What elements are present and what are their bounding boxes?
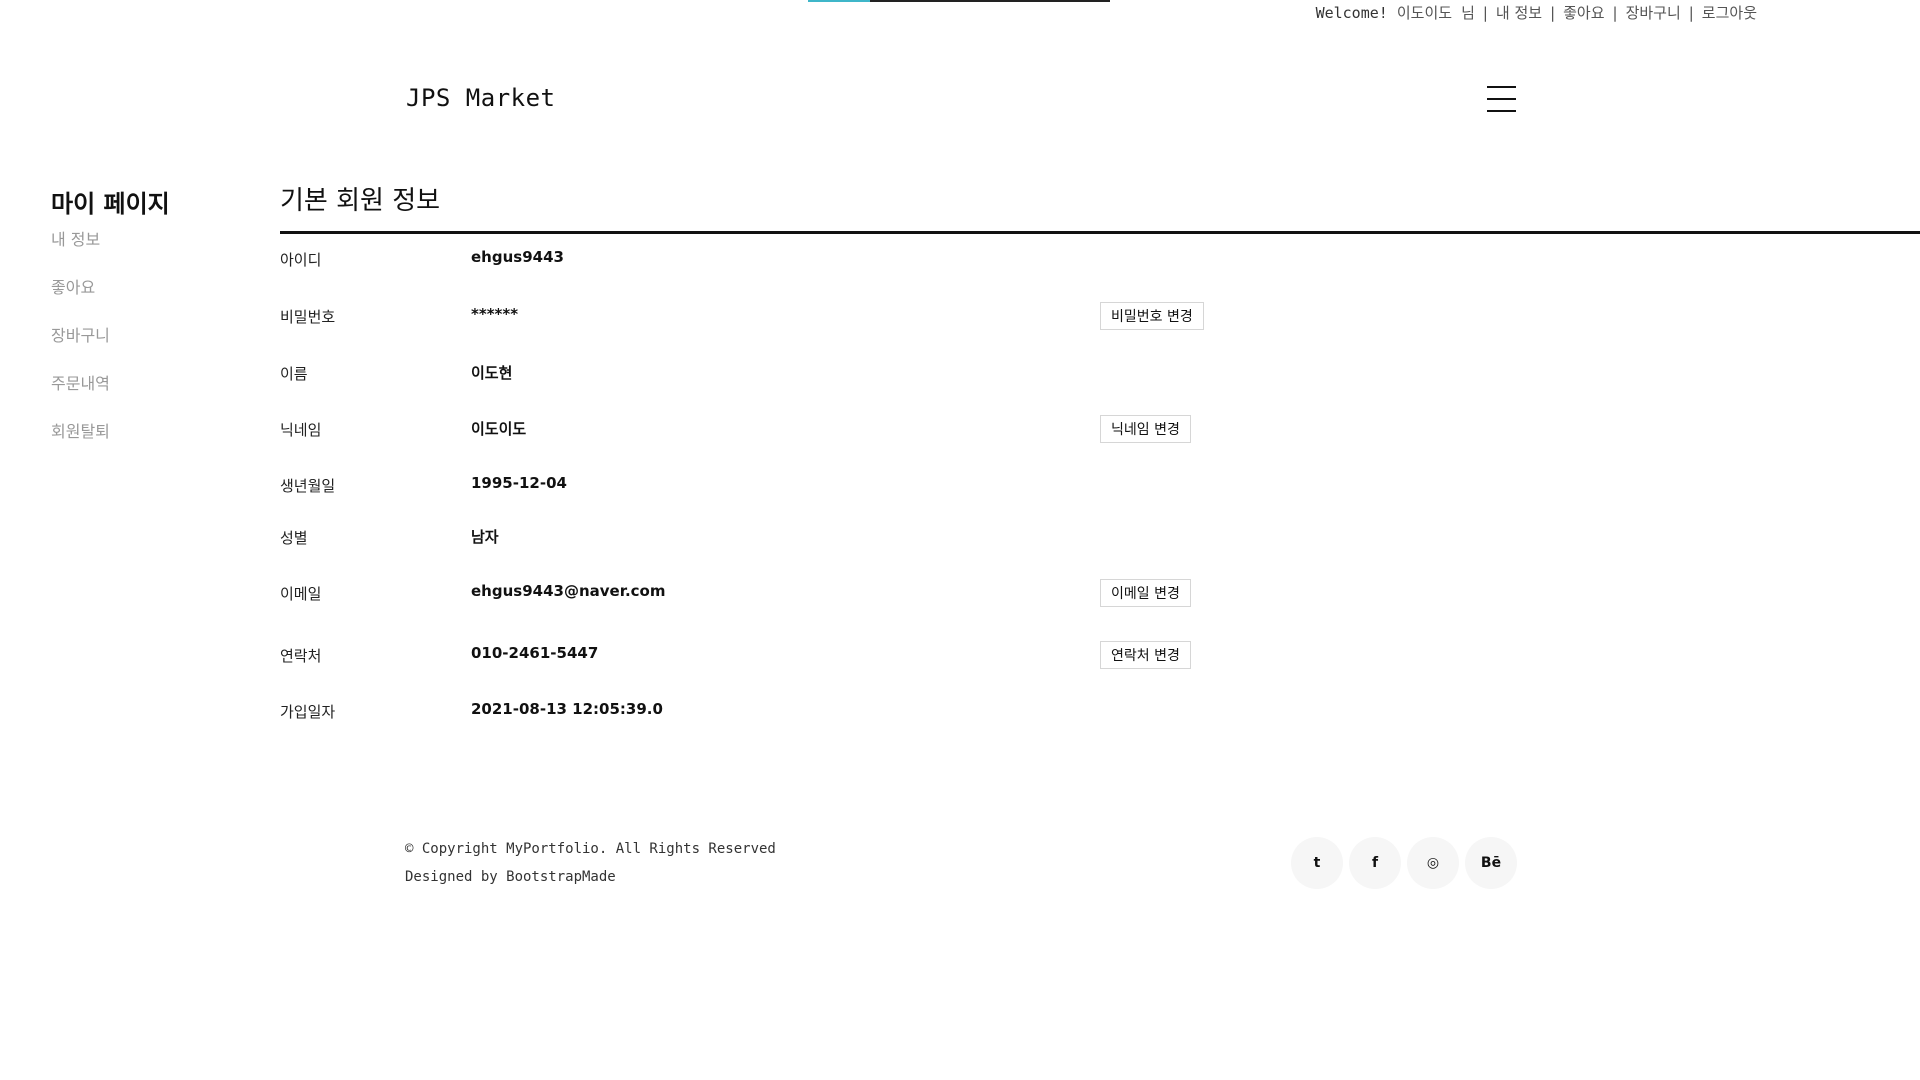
row-label: 성별 — [280, 529, 308, 547]
row-label: 연락처 — [280, 647, 322, 665]
separator: | — [1548, 4, 1558, 22]
link-logout[interactable]: 로그아웃 — [1702, 4, 1757, 22]
info-row-birthdate: 생년월일 1995-12-04 — [280, 471, 1280, 501]
page: Welcome! 이도이도 님 | 내 정보 | 좋아요 | 장바구니 | 로그아웃 JPS M… — [0, 0, 1920, 1080]
sidebar-item-likes[interactable]: 좋아요 — [51, 278, 110, 326]
info-row-gender: 성별 남자 — [280, 523, 1280, 553]
row-value: 010-2461-5447 — [471, 644, 599, 662]
row-label: 닉네임 — [280, 421, 322, 439]
info-row-nickname: 닉네임 이도이도 닉네임 변경 — [280, 415, 1280, 445]
dribbble-glyph: ◎ — [1426, 855, 1440, 871]
top-user-links: Welcome! 이도이도 님 | 내 정보 | 좋아요 | 장바구니 | 로그아웃 — [1316, 2, 1757, 23]
row-value: 1995-12-04 — [471, 474, 567, 492]
menu-icon-line — [1487, 86, 1516, 88]
row-label: 이메일 — [280, 585, 322, 603]
row-value: ehgus9443 — [471, 248, 564, 266]
behance-icon[interactable]: Bē — [1465, 837, 1517, 889]
brand-logo[interactable]: JPS Market — [406, 84, 556, 112]
sidebar-title: 마이 페이지 — [51, 190, 170, 218]
menu-icon-line — [1487, 110, 1516, 112]
page-title: 기본 회원 정보 — [280, 186, 441, 216]
row-value: 이도현 — [471, 364, 513, 382]
welcome-text: Welcome! — [1315, 4, 1388, 22]
change-password-button[interactable]: 비밀번호 변경 — [1100, 302, 1204, 330]
twitter-glyph: t — [1313, 855, 1321, 871]
row-label: 비밀번호 — [280, 308, 336, 326]
row-value: 남자 — [471, 528, 499, 546]
info-row-email: 이메일 ehgus9443@naver.com 이메일 변경 — [280, 579, 1280, 609]
row-label: 이름 — [280, 365, 308, 383]
facebook-glyph: f — [1371, 855, 1379, 871]
twitter-icon[interactable]: t — [1291, 837, 1343, 889]
change-email-button[interactable]: 이메일 변경 — [1100, 579, 1191, 607]
separator: | — [1686, 4, 1696, 22]
dribbble-icon[interactable]: ◎ — [1407, 837, 1459, 889]
separator: | — [1610, 4, 1620, 22]
separator: | — [1480, 4, 1490, 22]
user-honorific: 님 — [1461, 4, 1475, 22]
user-nickname: 이도이도 — [1396, 4, 1453, 22]
row-label: 가입일자 — [280, 703, 336, 721]
footer-designed-by: Designed by BootstrapMade — [405, 869, 616, 885]
behance-glyph: Bē — [1480, 855, 1502, 871]
link-cart[interactable]: 장바구니 — [1626, 4, 1681, 22]
sidebar-item-withdraw[interactable]: 회원탈퇴 — [51, 422, 110, 470]
info-row-id: 아이디 ehgus9443 — [280, 245, 1280, 275]
menu-icon-line — [1487, 98, 1516, 100]
change-phone-button[interactable]: 연락처 변경 — [1100, 641, 1191, 669]
link-likes[interactable]: 좋아요 — [1563, 4, 1604, 22]
row-value: ehgus9443@naver.com — [471, 582, 666, 600]
info-row-password: 비밀번호 ****** 비밀번호 변경 — [280, 302, 1280, 332]
row-value: ****** — [471, 305, 519, 323]
facebook-icon[interactable]: f — [1349, 837, 1401, 889]
section-divider — [280, 231, 1920, 234]
row-value: 이도이도 — [471, 420, 527, 438]
change-nickname-button[interactable]: 닉네임 변경 — [1100, 415, 1191, 443]
sidebar-menu: 내 정보 좋아요 장바구니 주문내역 회원탈퇴 — [51, 230, 110, 470]
row-value: 2021-08-13 12:05:39.0 — [471, 700, 663, 718]
info-row-joined: 가입일자 2021-08-13 12:05:39.0 — [280, 697, 1280, 727]
sidebar-item-cart[interactable]: 장바구니 — [51, 326, 110, 374]
row-label: 아이디 — [280, 251, 322, 269]
footer-copyright: © Copyright MyPortfolio. All Rights Rese… — [405, 841, 776, 857]
row-label: 생년월일 — [280, 477, 336, 495]
top-progress-accent — [808, 0, 870, 2]
sidebar-item-my-info[interactable]: 내 정보 — [51, 230, 110, 278]
info-row-phone: 연락처 010-2461-5447 연락처 변경 — [280, 641, 1280, 671]
top-progress-bar — [808, 0, 1110, 2]
sidebar-item-orders[interactable]: 주문내역 — [51, 374, 110, 422]
info-row-name: 이름 이도현 — [280, 359, 1280, 389]
link-my-info[interactable]: 내 정보 — [1496, 4, 1542, 22]
menu-icon[interactable] — [1487, 86, 1516, 112]
